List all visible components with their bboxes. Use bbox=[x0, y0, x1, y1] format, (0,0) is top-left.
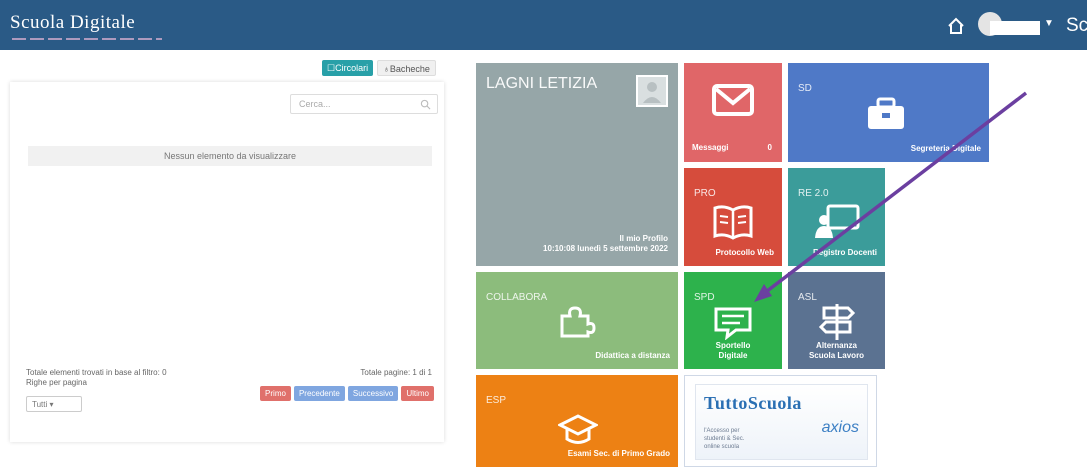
annotation-arrow-icon bbox=[754, 91, 1028, 302]
